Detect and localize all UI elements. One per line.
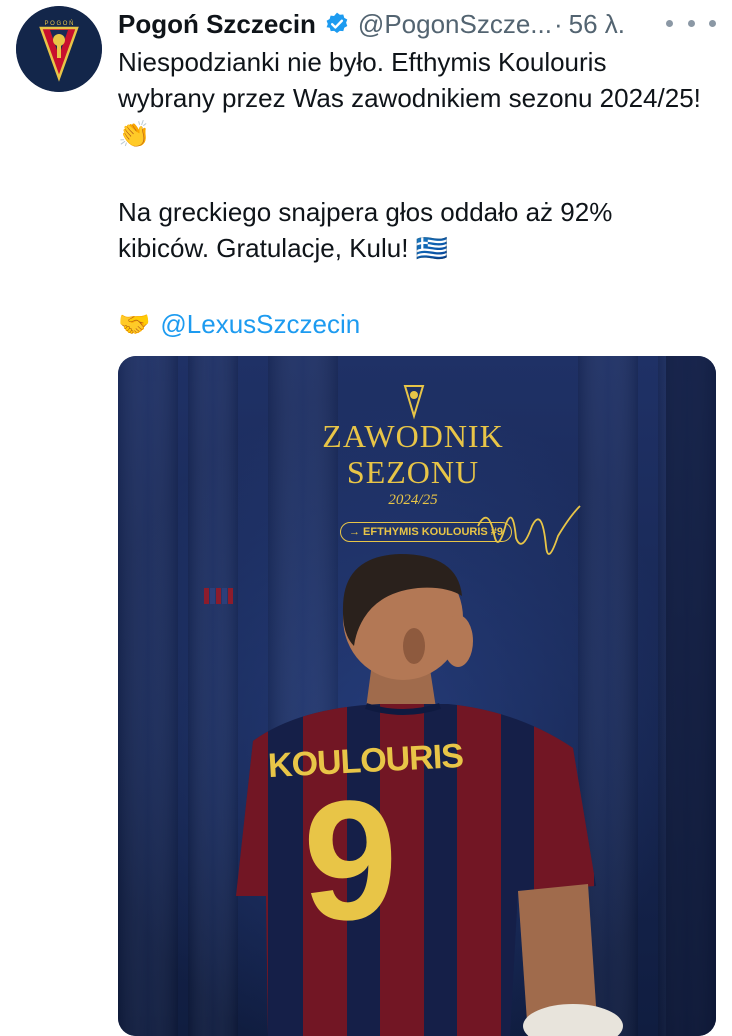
poster-player-tag: → EFTHYMIS KOULOURIS #9: [340, 522, 513, 542]
svg-text:P O G O Ń: P O G O Ń: [45, 20, 74, 27]
verified-badge-icon: [326, 12, 348, 33]
tweet-mention-line: 🤝 @LexusSzczecin: [118, 306, 708, 342]
display-name[interactable]: Pogoń Szczecin: [118, 9, 316, 40]
club-stripes-mark: [204, 588, 233, 604]
timestamp[interactable]: 56 λ.: [569, 9, 625, 40]
poster-title-line1: ZAWODNIK: [322, 418, 504, 454]
club-crest-icon: P O G O Ń: [16, 6, 102, 92]
separator-dot: ·: [553, 8, 563, 39]
tweet-text-paragraph-2: Na greckiego snajpera głos oddało aż 92%…: [118, 197, 613, 263]
handshake-icon: 🤝: [118, 309, 151, 339]
jersey-number: 9: [303, 766, 398, 956]
tweet-text-paragraph-1: Niespodzianki nie było. Efthymis Koulour…: [118, 47, 701, 149]
tweet-media-image[interactable]: ZAWODNIK SEZONU 2024/25 → EFTHYMIS KOULO…: [118, 356, 716, 1036]
tweet-header: Pogoń Szczecin @PogonSzcze... · 56 λ.: [118, 4, 716, 44]
user-handle[interactable]: @PogonSzcze...: [358, 9, 552, 40]
more-options-icon[interactable]: [666, 10, 716, 36]
avatar[interactable]: P O G O Ń: [16, 6, 102, 92]
mention-link[interactable]: @LexusSzczecin: [160, 306, 360, 342]
poster-title-line2: SEZONU: [346, 454, 480, 490]
poster-season: 2024/25: [388, 492, 438, 508]
